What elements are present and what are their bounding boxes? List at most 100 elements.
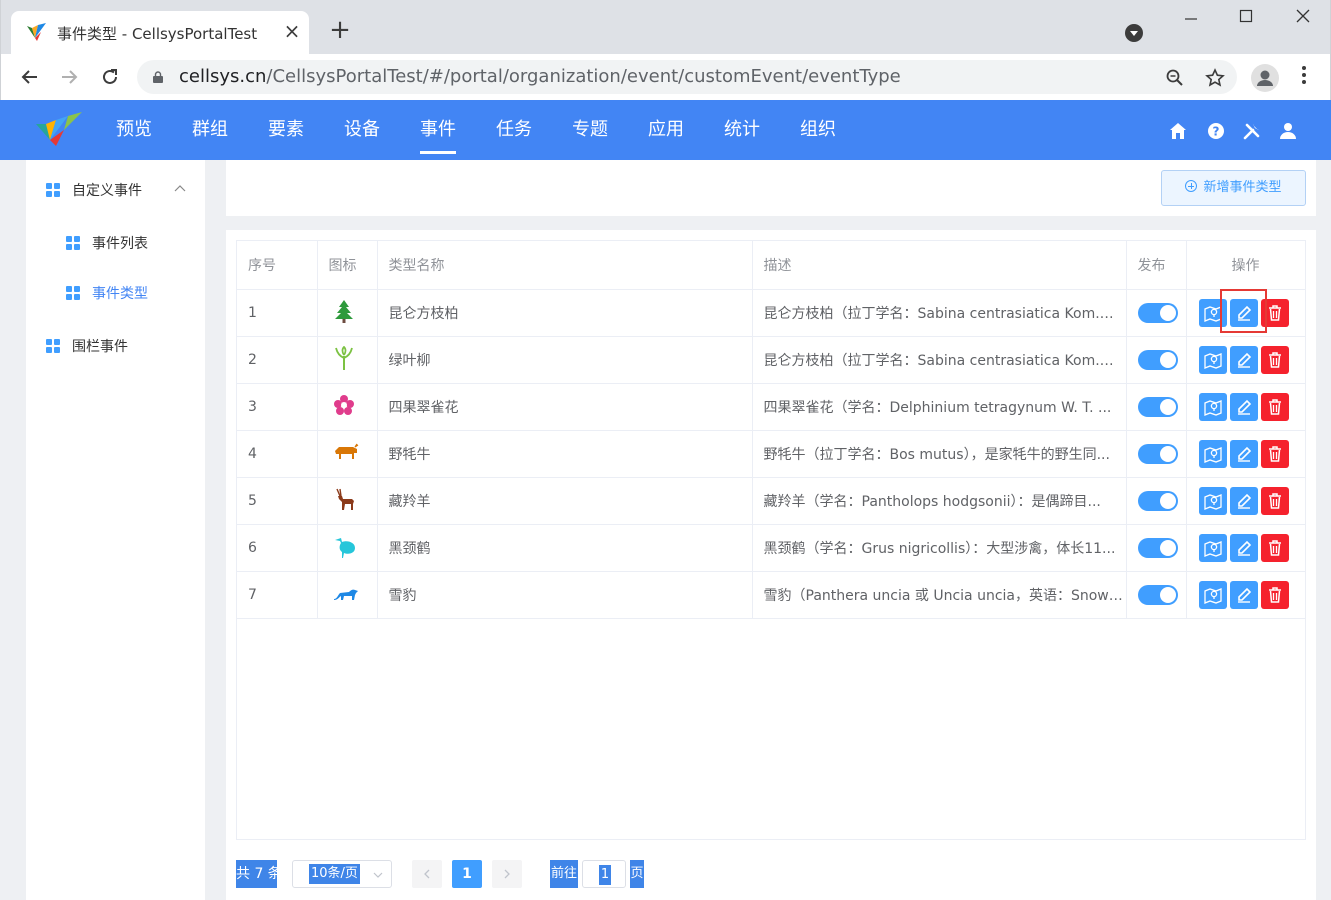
close-window-icon[interactable] [1288, 8, 1318, 32]
forward-icon[interactable] [56, 64, 82, 90]
back-icon[interactable] [17, 64, 43, 90]
publish-toggle[interactable] [1137, 537, 1178, 558]
delete-button[interactable] [1260, 392, 1289, 421]
cell-desc: 四果翠雀花（学名：Delphinium tetragynum W. T. ... [752, 383, 1127, 431]
help-icon[interactable]: ? [1207, 122, 1225, 140]
next-page-button[interactable] [492, 860, 522, 888]
address-bar[interactable]: cellsys.cn/CellsysPortalTest/#/portal/or… [137, 60, 1237, 94]
page-size-value: 10条/页 [309, 864, 360, 884]
cell-actions [1186, 430, 1306, 478]
sidebar-item-event-type[interactable]: 事件类型 [66, 283, 148, 307]
delete-button[interactable] [1260, 580, 1289, 609]
zoom-icon[interactable] [1165, 68, 1185, 88]
publish-toggle[interactable] [1137, 396, 1178, 417]
map-fence-button[interactable] [1198, 533, 1227, 562]
cell-no: 2 [237, 336, 318, 384]
bookmark-star-icon[interactable] [1205, 68, 1225, 88]
new-tab-icon[interactable]: + [327, 17, 353, 44]
edit-button[interactable] [1229, 392, 1258, 421]
sidebar-item-event-list[interactable]: 事件列表 [66, 233, 148, 257]
cell-desc: 野牦牛（拉丁学名：Bos mutus），是家牦牛的野生同... [752, 430, 1127, 478]
page-size-select[interactable]: 10条/页 [292, 860, 392, 888]
map-fence-button[interactable] [1198, 486, 1227, 515]
publish-toggle[interactable] [1137, 584, 1178, 605]
map-fence-button[interactable] [1198, 392, 1227, 421]
menu-preview[interactable]: 预览 [116, 100, 152, 160]
map-fence-button[interactable] [1198, 580, 1227, 609]
url-text: cellsys.cn/CellsysPortalTest/#/portal/or… [179, 66, 901, 87]
map-fence-button[interactable] [1198, 439, 1227, 468]
cell-publish [1126, 571, 1187, 619]
edit-button[interactable] [1229, 533, 1258, 562]
flower-icon [333, 394, 355, 420]
prev-page-button[interactable] [412, 860, 442, 888]
cell-desc: 黑颈鹤（学名：Grus nigricollis）：大型涉禽，体长11... [752, 524, 1127, 572]
map-fence-button[interactable] [1198, 345, 1227, 374]
cell-name: 藏羚羊 [377, 477, 753, 525]
menu-statistics[interactable]: 统计 [724, 100, 760, 160]
cell-name: 黑颈鹤 [377, 524, 753, 572]
delete-button[interactable] [1260, 533, 1289, 562]
menu-groups[interactable]: 群组 [192, 100, 228, 160]
sidebar: 自定义事件 事件列表 事件类型 围栏事件 [26, 160, 205, 900]
cell-actions [1186, 289, 1306, 337]
menu-events[interactable]: 事件 [420, 100, 456, 160]
menu-devices[interactable]: 设备 [344, 100, 380, 160]
table-row: 1 昆仑方枝柏 昆仑方枝柏（拉丁学名：Sabina centrasiatica Ko… [237, 289, 1306, 337]
map-fence-button[interactable] [1198, 298, 1227, 327]
sidebar-item-label: 围栏事件 [72, 339, 128, 355]
table-row: 6 黑颈鹤 黑颈鹤（学名：Grus nigricollis）：大型涉禽，体长11..… [237, 524, 1306, 572]
goto-page-value: 1 [599, 865, 611, 885]
menu-elements[interactable]: 要素 [268, 100, 304, 160]
home-icon[interactable] [1169, 122, 1187, 140]
cell-icon [317, 383, 378, 431]
close-tab-icon[interactable]: × [281, 20, 303, 42]
user-icon[interactable] [1279, 122, 1297, 140]
goto-page-input[interactable]: 1 [582, 860, 626, 888]
tools-icon[interactable] [1243, 122, 1261, 140]
edit-button[interactable] [1229, 486, 1258, 515]
maximize-icon[interactable] [1231, 8, 1261, 32]
reload-icon[interactable] [97, 64, 123, 90]
event-type-table: 序号 图标 类型名称 描述 发布 操作 1 昆仑方枝柏 昆仑方枝柏（拉丁学名：Sab… [236, 240, 1306, 840]
cell-icon [317, 477, 378, 525]
add-event-type-button[interactable]: 新增事件类型 [1161, 170, 1306, 206]
grid-icon [46, 183, 60, 197]
sidebar-item-custom-event[interactable]: 自定义事件 [46, 180, 142, 204]
browser-tab[interactable]: 事件类型 - CellsysPortalTest × [11, 11, 309, 54]
edit-button[interactable] [1229, 580, 1258, 609]
cell-actions [1186, 571, 1306, 619]
grid-icon [46, 339, 60, 353]
browser-menu-icon[interactable] [1297, 65, 1311, 89]
cell-actions [1186, 477, 1306, 525]
publish-toggle[interactable] [1137, 443, 1178, 464]
delete-button[interactable] [1260, 439, 1289, 468]
delete-button[interactable] [1260, 486, 1289, 515]
menu-topics[interactable]: 专题 [572, 100, 608, 160]
edit-button[interactable] [1229, 345, 1258, 374]
menu-organization[interactable]: 组织 [800, 100, 836, 160]
antelope-icon [333, 487, 357, 515]
chevron-up-icon[interactable] [174, 184, 186, 192]
menu-tasks[interactable]: 任务 [496, 100, 532, 160]
edit-button[interactable] [1229, 439, 1258, 468]
page-number-1[interactable]: 1 [452, 860, 482, 888]
delete-button[interactable] [1260, 345, 1289, 374]
menu-apps[interactable]: 应用 [648, 100, 684, 160]
account-avatar-icon[interactable] [1251, 64, 1279, 92]
publish-toggle[interactable] [1137, 490, 1178, 511]
goto-label: 前往 [550, 860, 578, 888]
app-header: 预览 群组 要素 设备 事件 任务 专题 应用 统计 组织 ? [0, 100, 1331, 160]
edit-button[interactable] [1229, 298, 1258, 327]
cell-name: 雪豹 [377, 571, 753, 619]
browser-profile-menu-icon[interactable] [1125, 24, 1143, 42]
table-row: 5 藏羚羊 藏羚羊（学名：Pantholops hodgsonii）：是偶蹄目... [237, 477, 1306, 525]
minimize-icon[interactable] [1176, 8, 1206, 32]
col-header-name: 类型名称 [377, 241, 753, 290]
url-path: /CellsysPortalTest/#/portal/organization… [266, 66, 901, 87]
publish-toggle[interactable] [1137, 349, 1178, 370]
publish-toggle[interactable] [1137, 302, 1178, 323]
delete-button[interactable] [1260, 298, 1289, 327]
cell-publish [1126, 336, 1187, 384]
sidebar-item-fence-event[interactable]: 围栏事件 [46, 336, 128, 360]
